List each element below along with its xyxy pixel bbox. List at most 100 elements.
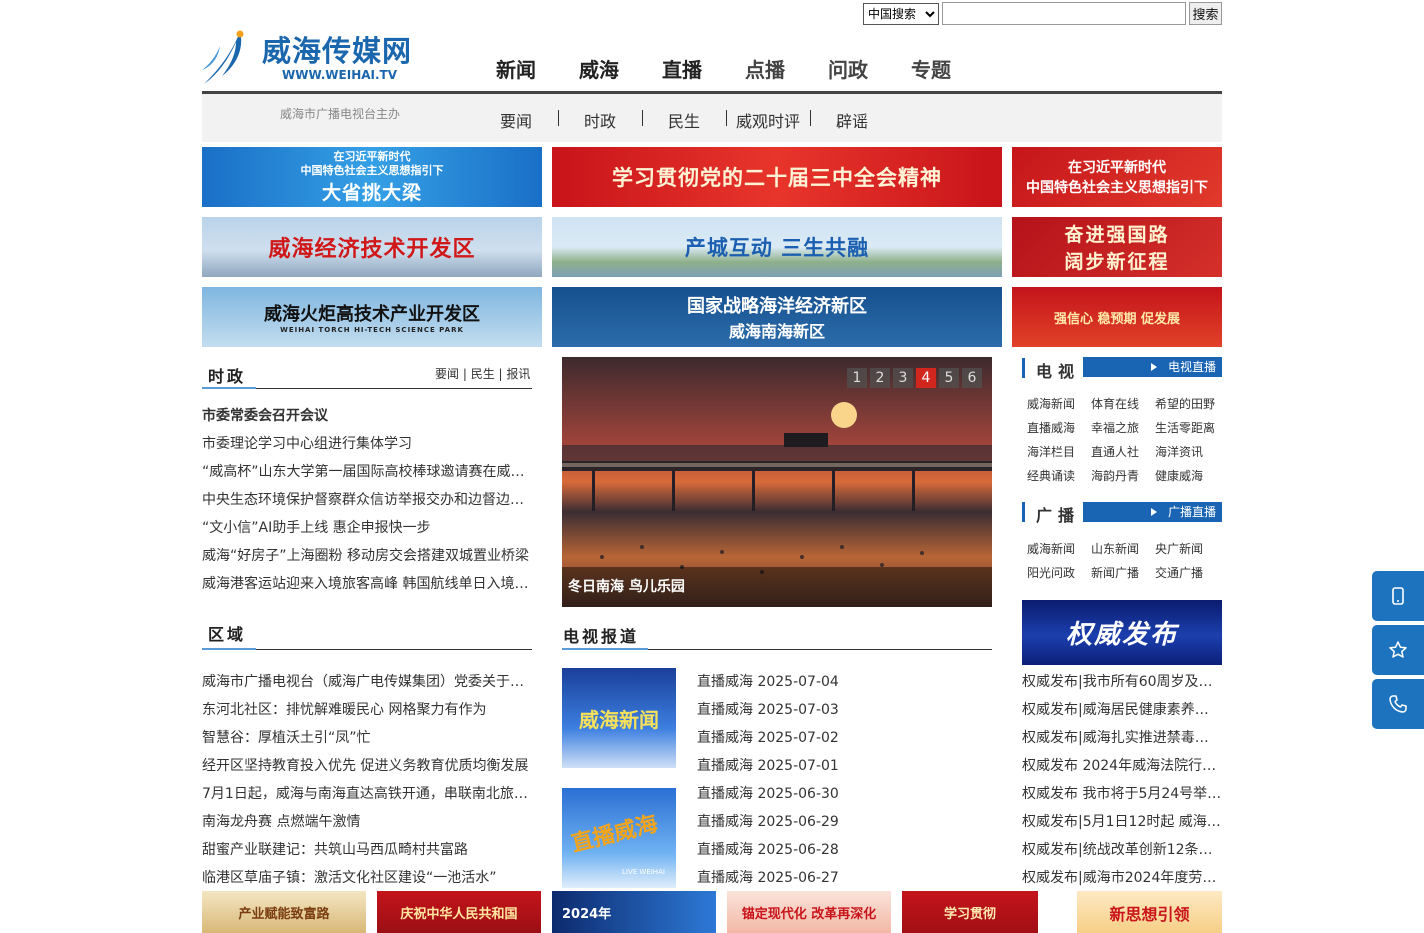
list-item[interactable]: “文小信”AI助手上线 惠企申报快一步 [202,514,532,542]
tv-thumb-live-weihai[interactable]: 直播威海 LIVE WEIHAI [562,788,676,888]
slider-page-2[interactable]: 2 [870,368,890,388]
list-item[interactable]: 东河北社区：排忧解难暖民心 网格聚力有作为 [202,696,532,724]
list-item[interactable]: 中央生态环境保护督察群众信访举报交办和边督边… [202,486,532,514]
subnav-item-headlines[interactable]: 要闻 [500,108,532,132]
subnav-item-rumor[interactable]: 辟谣 [836,108,868,132]
list-item[interactable]: “威高杯”山东大学第一届国际高校棒球邀请赛在威… [202,458,532,486]
tv-program-link[interactable]: 直播威海 [1027,419,1091,437]
radio-program-link[interactable]: 交通广播 [1155,564,1219,582]
banner-third-plenum[interactable]: 学习贯彻党的二十届三中全会精神 [552,147,1002,207]
slider-page-6[interactable]: 6 [962,368,982,388]
search-button[interactable]: 搜索 [1189,2,1222,25]
list-item[interactable]: 市委理论学习中心组进行集体学习 [202,430,532,458]
banner-new-era[interactable]: 在习近平新时代 中国特色社会主义思想指引下 [1012,147,1222,207]
list-item[interactable]: 直播威海 2025-06-30 [697,780,992,808]
banner-city-integration[interactable]: 产城互动 三生共融 [552,217,1002,277]
bottom-tile-industry[interactable]: 产业赋能致富路 [202,891,366,933]
banner-torch-hitech[interactable]: 威海火炬高技术产业开发区 WEIHAI TORCH HI-TECH SCIENC… [202,287,542,347]
float-phone-button[interactable] [1372,679,1424,729]
tv-program-link[interactable]: 生活零距离 [1155,419,1219,437]
nav-item-inquiry[interactable]: 问政 [807,54,889,94]
list-item[interactable]: 直播威海 2025-07-01 [697,752,992,780]
politics-link-bulletin[interactable]: 报讯 [506,367,530,381]
list-item[interactable]: 权威发布|威海扎实推进禁毒人… [1022,724,1222,752]
list-item[interactable]: 直播威海 2025-06-27 [697,864,992,892]
list-item[interactable]: 权威发布|我市所有60周岁及… [1022,668,1222,696]
banner-econ-dev-zone[interactable]: 威海经济技术开发区 [202,217,542,277]
politics-link-headlines[interactable]: 要闻 [435,367,459,381]
nav-item-live[interactable]: 直播 [641,54,723,94]
list-item[interactable]: 权威发布|威海市2024年度劳… [1022,864,1222,892]
banner-new-journey[interactable]: 奋进强国路 阔步新征程 [1012,217,1222,277]
list-item[interactable]: 威海港客运站迎来入境旅客高峰 韩国航线单日入境… [202,570,532,598]
tv-program-link[interactable]: 海洋栏目 [1027,443,1091,461]
nav-item-news[interactable]: 新闻 [475,54,557,94]
list-item[interactable]: 权威发布 2024年威海法院行… [1022,752,1222,780]
radio-live-button[interactable]: 广播直播 [1083,502,1222,522]
nav-item-weihai[interactable]: 威海 [558,54,640,94]
radio-program-link[interactable]: 阳光问政 [1027,564,1091,582]
tv-program-link[interactable]: 幸福之旅 [1091,419,1155,437]
site-logo[interactable]: 威海传媒网 WWW.WEIHAI.TV [200,26,430,88]
radio-program-link[interactable]: 央广新闻 [1155,540,1219,558]
list-item[interactable]: 直播威海 2025-07-02 [697,724,992,752]
list-item[interactable]: 权威发布|5月1日12时起 威海… [1022,808,1222,836]
tv-live-button[interactable]: 电视直播 [1083,357,1222,377]
bottom-tile-modernization[interactable]: 锚定现代化 改革再深化 [727,891,891,933]
slider-page-4[interactable]: 4 [916,368,936,388]
list-item[interactable]: 经开区坚持教育投入优先 促进义务教育优质均衡发展 [202,752,532,780]
tv-program-link[interactable]: 经典诵读 [1027,467,1091,485]
slider-page-3[interactable]: 3 [893,368,913,388]
banner-big-province[interactable]: 在习近平新时代 中国特色社会主义思想指引下 大省挑大梁 [202,147,542,207]
tv-program-link[interactable]: 海韵丹青 [1091,467,1155,485]
subnav-item-livelihood[interactable]: 民生 [668,108,700,132]
list-item[interactable]: 直播威海 2025-07-03 [697,696,992,724]
list-item[interactable]: 7月1日起，威海与南海直达高铁开通，串联南北旅… [202,780,532,808]
bottom-tile-2024[interactable]: 2024年 [552,891,716,933]
banner-confidence[interactable]: 强信心 稳预期 促发展 [1012,287,1222,347]
list-item[interactable]: 市委常委会召开会议 [202,402,532,430]
authority-release-banner[interactable]: 权威发布 [1022,600,1222,665]
subnav-item-commentary[interactable]: 威观时评 [736,108,800,132]
list-item[interactable]: 南海龙舟赛 点燃端午激情 [202,808,532,836]
slider-page-5[interactable]: 5 [939,368,959,388]
subnav-item-politics[interactable]: 时政 [584,108,616,132]
list-item[interactable]: 威海“好房子”上海圈粉 移动房交会搭建双城置业桥梁 [202,542,532,570]
tv-thumb-weihai-news[interactable]: 威海新闻 [562,668,676,768]
radio-program-link[interactable]: 威海新闻 [1027,540,1091,558]
bottom-tile-study[interactable]: 学习贯彻 [902,891,1038,933]
nav-item-special[interactable]: 专题 [890,54,972,94]
photo-slider[interactable]: 1 2 3 4 5 6 冬日南海 鸟儿乐园 [562,357,992,607]
nav-item-vod[interactable]: 点播 [724,54,806,94]
radio-program-link[interactable]: 山东新闻 [1091,540,1155,558]
list-item[interactable]: 甜蜜产业联建记：共筑山马西瓜畸村共富路 [202,836,532,864]
list-item[interactable]: 直播威海 2025-06-28 [697,836,992,864]
list-item[interactable]: 威海市广播电视台（威海广电传媒集团）党委关于… [202,668,532,696]
search-engine-select[interactable]: 中国搜索 [863,3,939,25]
tv-program-link[interactable]: 海洋资讯 [1155,443,1219,461]
list-item[interactable]: 权威发布 我市将于5月24号举… [1022,780,1222,808]
list-item[interactable]: 权威发布|威海居民健康素养水… [1022,696,1222,724]
float-mobile-button[interactable] [1372,571,1424,621]
tv-program-link[interactable]: 体育在线 [1091,395,1155,413]
search-input[interactable] [942,2,1186,25]
list-item[interactable]: 直播威海 2025-06-29 [697,808,992,836]
list-item[interactable]: 直播威海 2025-07-04 [697,668,992,696]
logo-swoosh-icon [202,30,244,84]
tv-program-link[interactable]: 直通人社 [1091,443,1155,461]
bottom-tile-new-thought[interactable]: 新思想引领 [1077,891,1222,933]
tv-program-link[interactable]: 健康威海 [1155,467,1219,485]
slider-page-1[interactable]: 1 [847,368,867,388]
slide-caption[interactable]: 冬日南海 鸟儿乐园 [568,576,685,596]
list-item[interactable]: 权威发布|统战改革创新12条… [1022,836,1222,864]
tv-program-link[interactable]: 威海新闻 [1027,395,1091,413]
banner-ocean-economy[interactable]: 国家战略海洋经济新区 威海南海新区 [552,287,1002,347]
subnav-separator [810,110,811,126]
politics-link-livelihood[interactable]: 民生 [471,367,495,381]
list-item[interactable]: 临港区草庙子镇：激活文化社区建设“一池活水” [202,864,532,892]
tv-program-link[interactable]: 希望的田野 [1155,395,1219,413]
list-item[interactable]: 智慧谷：厚植沃土引“凤”忙 [202,724,532,752]
float-favorite-button[interactable] [1372,625,1424,675]
bottom-tile-national-day[interactable]: 庆祝中华人民共和国 [377,891,541,933]
radio-program-link[interactable]: 新闻广播 [1091,564,1155,582]
